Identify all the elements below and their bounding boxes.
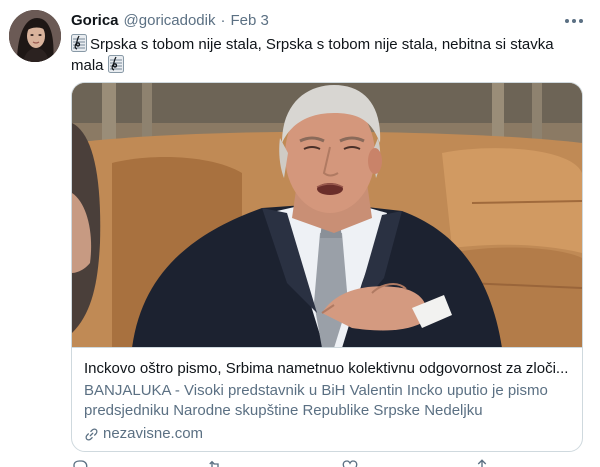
card-body[interactable]: Inckovo oštro pismo, Srbima nametnuo kol… [72, 349, 582, 451]
tweet-header: Gorica @goricadodik · Feb 3 [71, 11, 269, 31]
tweet-actions [71, 458, 491, 467]
like-icon[interactable] [341, 458, 359, 467]
card-domain-text: nezavisne.com [103, 425, 204, 442]
card-description: BANJALUKA - Visoki predstavnik u BiH Val… [84, 382, 548, 419]
tweet-text: Srpska s tobom nije stala, Srpska s tobo… [71, 34, 581, 76]
retweet-icon[interactable] [206, 458, 224, 467]
music-score-emoji [107, 55, 124, 73]
card-title[interactable]: Inckovo oštro pismo, Srbima nametnuo kol… [84, 359, 570, 379]
music-score-emoji [71, 34, 87, 52]
link-preview-card[interactable]: Inckovo oštro pismo, Srbima nametnuo kol… [71, 82, 583, 452]
tweet[interactable]: Gorica @goricadodik · Feb 3 Srpska s tob… [0, 0, 600, 467]
card-domain[interactable]: nezavisne.com [84, 424, 570, 444]
reply-icon[interactable] [71, 458, 89, 467]
separator-dot: · [220, 12, 226, 29]
share-icon[interactable] [473, 458, 491, 467]
tweet-date[interactable]: Feb 3 [230, 11, 268, 31]
tweet-text-line2: mala [71, 57, 104, 74]
more-options-icon[interactable] [561, 11, 587, 31]
avatar-image [9, 10, 61, 62]
card-image[interactable] [72, 83, 582, 348]
avatar[interactable] [9, 10, 61, 62]
author-handle[interactable]: @goricadodik [124, 11, 216, 31]
tweet-text-line1: Srpska s tobom nije stala, Srpska s tobo… [90, 36, 554, 53]
author-name[interactable]: Gorica [71, 11, 119, 31]
link-icon [85, 428, 98, 440]
